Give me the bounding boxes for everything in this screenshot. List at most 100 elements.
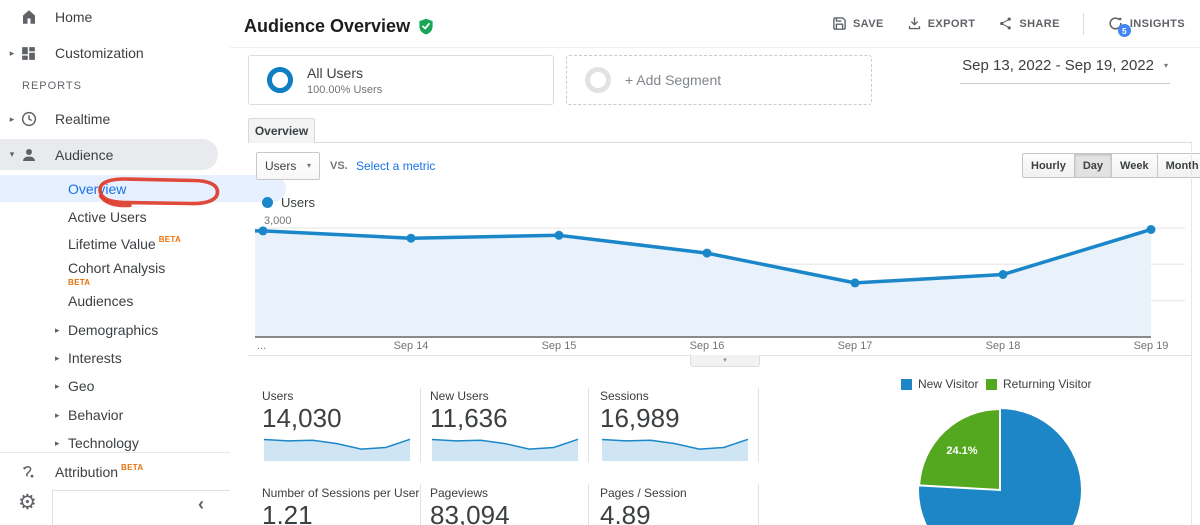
date-range-selector[interactable]: Sep 13, 2022 - Sep 19, 2022 ▾ (960, 55, 1170, 84)
metric-sparkline (263, 438, 411, 461)
sidebar-section-reports: REPORTS (22, 80, 82, 92)
pie-legend-label: Returning Visitor (1003, 377, 1092, 391)
x-axis-label: Sep 17 (837, 340, 873, 352)
sidebar-item-realtime[interactable]: ▸ Realtime (0, 106, 111, 132)
legend-label: Users (281, 195, 315, 210)
metric-divider (420, 388, 421, 462)
sidebar-item-label: Customization (55, 45, 144, 61)
expand-right-icon: ▸ (55, 380, 60, 391)
sidebar-item-overview[interactable]: Overview (0, 175, 286, 202)
insights-button[interactable]: 5 INSIGHTS (1107, 15, 1185, 37)
metric-divider (588, 388, 589, 462)
metric-value: 4.89 (600, 500, 651, 525)
metric-divider (420, 484, 421, 525)
select-metric-link[interactable]: Select a metric (356, 159, 435, 173)
segment-all-users-card[interactable]: All Users 100.00% Users (248, 55, 554, 105)
x-axis-label: ... (257, 340, 267, 352)
sidebar-item-active-users[interactable]: Active Users (0, 206, 147, 228)
realtime-icon (20, 110, 55, 128)
granularity-week-button[interactable]: Week (1112, 153, 1158, 178)
metric-sparkline (601, 438, 749, 461)
segment-subtitle: 100.00% Users (307, 83, 383, 96)
share-button[interactable]: SHARE (998, 16, 1060, 31)
expand-right-icon: ▸ (55, 409, 60, 420)
collapse-sidebar-chevron-icon[interactable]: ‹ (198, 495, 204, 513)
granularity-hourly-button[interactable]: Hourly (1022, 153, 1075, 178)
sidebar-item-demographics[interactable]: ▸ Demographics (0, 319, 158, 341)
analytics-audience-overview-page: Home ▸ Customization REPORTS ▸ Realtime … (0, 0, 1200, 525)
x-axis-labels: ... Sep 14 Sep 15 Sep 16 Sep 17 Sep 18 Sep 19 (255, 340, 1190, 354)
metric-value: 14,030 (262, 403, 342, 433)
caret-down-icon: ▾ (306, 161, 311, 170)
sidebar-item-geo[interactable]: ▸ Geo (0, 375, 94, 397)
metric-value: 11,636 (430, 403, 508, 433)
expand-right-icon: ▸ (55, 352, 60, 363)
settings-gear-icon[interactable]: ⚙ (18, 492, 37, 513)
save-button[interactable]: SAVE (832, 16, 884, 31)
export-download-icon (907, 16, 922, 31)
metric-dropdown[interactable]: Users ▾ (256, 152, 320, 180)
sidebar-item-cohort-analysis[interactable]: Cohort Analysis (0, 257, 165, 279)
granularity-day-button[interactable]: Day (1074, 153, 1113, 178)
sidebar-item-technology[interactable]: ▸ Technology (0, 432, 139, 454)
sidebar-item-label: Realtime (55, 111, 111, 127)
customization-icon (20, 45, 55, 62)
chart-collapse-handle[interactable]: ▾ (690, 355, 760, 367)
metric-divider (758, 388, 759, 462)
attribution-icon (20, 463, 55, 481)
header-divider (230, 47, 1200, 48)
vs-label: VS. (330, 160, 348, 172)
expand-right-icon: ▸ (55, 437, 60, 448)
sidebar-item-home[interactable]: Home (0, 4, 92, 30)
returning-visitor-legend-swatch (986, 379, 997, 390)
visitor-type-pie-chart[interactable]: 24.1% (918, 406, 1084, 525)
metric-label: Sessions (600, 389, 649, 403)
metric-label: Pageviews (430, 486, 489, 500)
svg-text:24.1%: 24.1% (946, 445, 977, 457)
page-title-row: Audience Overview (244, 16, 434, 37)
legend-dot-icon (262, 197, 273, 208)
sidebar-item-customization[interactable]: ▸ Customization (0, 40, 144, 66)
sidebar-bottom-divider (52, 490, 230, 491)
metric-label: Number of Sessions per User (262, 486, 420, 500)
pie-legend-label: New Visitor (918, 377, 979, 391)
add-segment-card[interactable]: + Add Segment (566, 55, 872, 105)
x-axis-label: Sep 15 (541, 340, 577, 352)
export-button[interactable]: EXPORT (907, 16, 976, 31)
tabs-divider (248, 142, 1192, 143)
add-segment-circle-icon (585, 67, 611, 93)
granularity-buttons: Hourly Day Week Month (1022, 153, 1200, 178)
metric-label: Users (262, 389, 294, 403)
date-range-text: Sep 13, 2022 - Sep 19, 2022 (962, 57, 1154, 74)
sidebar-item-attribution[interactable]: Attribution BETA (0, 460, 143, 484)
new-visitor-legend-swatch (901, 379, 912, 390)
header-actions: SAVE EXPORT SHARE 5 INSIGHTS (832, 0, 1185, 47)
metric-divider (758, 484, 759, 525)
sidebar-item-behavior[interactable]: ▸ Behavior (0, 404, 123, 426)
metric-sparkline (431, 438, 579, 461)
sidebar-divider (0, 452, 230, 453)
users-line-chart[interactable]: 1,0002,0003,000 (255, 212, 1190, 342)
tab-overview[interactable]: Overview (248, 118, 315, 143)
metric-label: New Users (430, 389, 489, 403)
segment-circle-icon (267, 67, 293, 93)
home-icon (20, 8, 55, 26)
page-title: Audience Overview (244, 16, 411, 36)
metric-label: Pages / Session (600, 486, 687, 500)
metric-divider (588, 484, 589, 525)
metric-value: 16,989 (600, 403, 680, 433)
sidebar-item-lifetime-value[interactable]: Lifetime Value BETA (0, 233, 181, 255)
sidebar-item-label: Overview (68, 180, 127, 197)
sidebar-item-audiences[interactable]: Audiences (0, 290, 133, 312)
sidebar-item-audience[interactable]: ▾ Audience (0, 139, 218, 170)
add-segment-label: + Add Segment (625, 72, 722, 88)
chart-legend: Users (262, 195, 315, 210)
sidebar-item-interests[interactable]: ▸ Interests (0, 347, 122, 369)
x-axis-label: Sep 16 (689, 340, 725, 352)
beta-badge: BETA (68, 278, 91, 287)
caret-down-icon: ▾ (1163, 60, 1168, 70)
x-axis-label: Sep 19 (1133, 340, 1169, 352)
granularity-month-button[interactable]: Month (1157, 153, 1200, 178)
insights-icon: 5 (1107, 15, 1131, 37)
share-icon (998, 16, 1013, 31)
